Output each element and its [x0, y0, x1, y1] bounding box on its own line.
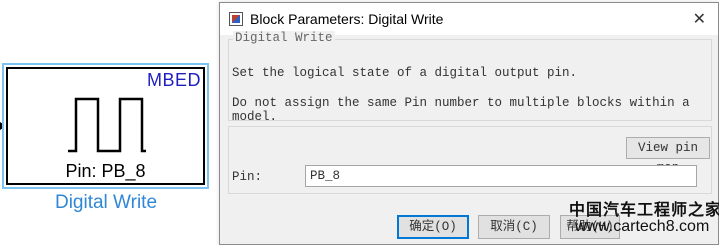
description-line-1: Set the logical state of a digital outpu… [232, 66, 578, 80]
block-body: MBED Pin: PB_8 [6, 67, 205, 185]
square-wave-icon [68, 97, 146, 153]
block-parameters-dialog: Block Parameters: Digital Write ✕ Digita… [219, 2, 719, 245]
close-icon[interactable]: ✕ [693, 10, 706, 28]
block-library-tag: MBED [146, 70, 201, 90]
pin-label: Pin: [232, 170, 263, 184]
ok-button[interactable]: 确定(O) [397, 215, 469, 239]
digital-write-block[interactable]: MBED Pin: PB_8 [2, 63, 209, 189]
block-pin-text: Pin: PB_8 [65, 161, 146, 181]
view-pin-map-button[interactable]: View pin map [626, 137, 710, 175]
cancel-button[interactable]: 取消(C) [478, 215, 550, 239]
block-parameters-icon [229, 12, 243, 26]
block-name-label[interactable]: Digital Write [0, 192, 212, 214]
description-line-2: Do not assign the same Pin number to mul… [232, 96, 690, 124]
help-button[interactable]: 帮助(H) [560, 215, 620, 239]
parameters-panel: View pin map Pin: PB_8 [228, 126, 712, 194]
pin-input[interactable]: PB_8 [305, 165, 697, 187]
description-group: Digital Write Set the logical state of a… [228, 31, 712, 124]
dialog-title: Block Parameters: Digital Write [250, 11, 444, 27]
group-title: Digital Write [233, 31, 335, 45]
